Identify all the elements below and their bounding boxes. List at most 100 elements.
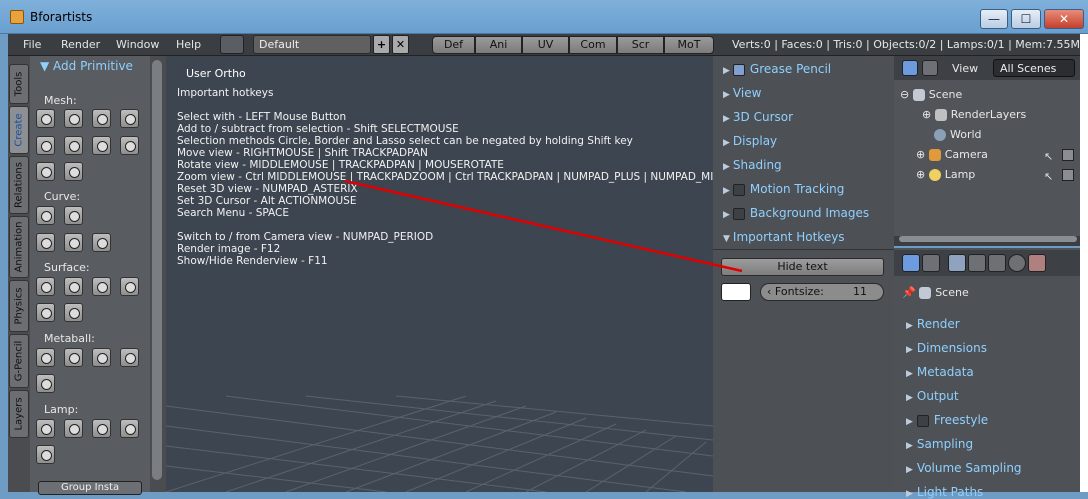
grease-pencil-checkbox[interactable] <box>732 63 745 76</box>
tab-tools[interactable]: Tools <box>9 64 29 104</box>
panel-volume-sampling[interactable]: ▶ Volume Sampling <box>906 461 1022 475</box>
cone-tool-icon[interactable] <box>92 136 111 155</box>
camera-render-icon[interactable] <box>1062 149 1074 161</box>
outliner-row-lamp[interactable]: ⊕ Lamp <box>916 168 975 181</box>
panel-display[interactable]: ▶ Display <box>723 134 777 148</box>
lamp-select-icon[interactable]: ↖ <box>1044 170 1053 183</box>
panel-dimensions[interactable]: ▶ Dimensions <box>906 341 987 355</box>
cube-tool-icon[interactable] <box>64 109 83 128</box>
freestyle-checkbox[interactable] <box>916 414 929 427</box>
sun-lamp-tool-icon[interactable] <box>64 419 83 438</box>
meta-capsule-tool-icon[interactable] <box>64 348 83 367</box>
screen-layout-field[interactable]: Default <box>253 35 371 54</box>
panel-background-images[interactable]: ▶ Background Images <box>723 206 869 220</box>
surface-cylinder-tool-icon[interactable] <box>120 277 139 296</box>
plane-tool-icon[interactable] <box>36 109 55 128</box>
tab-relations[interactable]: Relations <box>9 156 29 214</box>
fontsize-field[interactable]: ‹ Fontsize: 11 <box>760 283 884 301</box>
renderlayers-tab-icon[interactable] <box>968 254 986 272</box>
object-tab-icon[interactable] <box>988 254 1006 272</box>
text-color-swatch[interactable] <box>721 283 751 301</box>
surface-torus-tool-icon[interactable] <box>64 303 83 322</box>
panel-view[interactable]: ▶ View <box>723 86 761 100</box>
panel-3d-cursor[interactable]: ▶ 3D Cursor <box>723 110 793 124</box>
add-layout-button[interactable]: + <box>373 35 390 54</box>
meta-cube-tool-icon[interactable] <box>36 374 55 393</box>
panel-output[interactable]: ▶ Output <box>906 389 959 403</box>
nurbs-circle-tool-icon[interactable] <box>64 233 83 252</box>
tab-uv[interactable]: UV <box>522 36 569 54</box>
camera-select-icon[interactable]: ↖ <box>1044 150 1053 163</box>
outliner-row-renderlayers[interactable]: ⊕ RenderLayers <box>922 108 1026 121</box>
tab-com[interactable]: Com <box>569 36 617 54</box>
remove-layout-button[interactable]: ✕ <box>392 35 409 54</box>
point-lamp-tool-icon[interactable] <box>36 419 55 438</box>
lamp-render-icon[interactable] <box>1062 169 1074 181</box>
menu-file[interactable]: File <box>23 38 41 51</box>
menu-window[interactable]: Window <box>116 38 159 51</box>
world-tab-icon[interactable] <box>1008 254 1026 272</box>
minimize-button[interactable]: — <box>980 9 1008 29</box>
tab-layers[interactable]: Layers <box>9 390 29 438</box>
view-menu[interactable]: View <box>952 62 978 75</box>
spot-lamp-tool-icon[interactable] <box>92 419 111 438</box>
surface-patch-tool-icon[interactable] <box>92 277 111 296</box>
toolshelf-scroll-thumb[interactable] <box>152 60 162 480</box>
tab-def[interactable]: Def <box>432 36 475 54</box>
panel-render[interactable]: ▶ Render <box>906 317 960 331</box>
group-instance-button[interactable]: Group Insta <box>38 481 142 495</box>
panel-freestyle[interactable]: ▶ Freestyle <box>906 413 988 427</box>
editor-type-icon[interactable] <box>902 60 918 76</box>
tab-animation[interactable]: Animation <box>9 216 29 278</box>
3d-viewport[interactable]: User Ortho Important hotkeys Select with… <box>166 56 713 492</box>
texture-tab-icon[interactable] <box>1028 254 1046 272</box>
editor-type-icon[interactable] <box>902 254 920 272</box>
outliner-hscrollbar[interactable] <box>899 236 1077 242</box>
menu-help[interactable]: Help <box>176 38 201 51</box>
surface-sphere-tool-icon[interactable] <box>36 303 55 322</box>
meta-plane-tool-icon[interactable] <box>92 348 111 367</box>
motion-tracking-checkbox[interactable] <box>732 183 745 196</box>
hemi-lamp-tool-icon[interactable] <box>120 419 139 438</box>
area-lamp-tool-icon[interactable] <box>36 445 55 464</box>
panel-shading[interactable]: ▶ Shading <box>723 158 782 172</box>
torus-tool-icon[interactable] <box>120 136 139 155</box>
close-button[interactable]: ✕ <box>1044 9 1084 29</box>
monkey-tool-icon[interactable] <box>64 162 83 181</box>
tab-create[interactable]: Create <box>9 106 29 154</box>
tab-physics[interactable]: Physics <box>9 280 29 332</box>
bezier-circle-tool-icon[interactable] <box>64 206 83 225</box>
ico-sphere-tool-icon[interactable] <box>36 136 55 155</box>
scene-tab-icon[interactable] <box>948 254 966 272</box>
outliner-row-scene[interactable]: ⊖ Scene <box>900 88 962 101</box>
render-tab-icon[interactable] <box>922 254 940 272</box>
bezier-tool-icon[interactable] <box>36 206 55 225</box>
meta-ellipsoid-tool-icon[interactable] <box>120 348 139 367</box>
panel-light-paths[interactable]: ▶ Light Paths <box>906 485 983 499</box>
maximize-button[interactable]: ☐ <box>1011 9 1041 29</box>
tab-gpencil[interactable]: G-Pencil <box>9 334 29 388</box>
grid-tool-icon[interactable] <box>36 162 55 181</box>
panel-metadata[interactable]: ▶ Metadata <box>906 365 974 379</box>
background-images-checkbox[interactable] <box>732 207 745 220</box>
display-mode-icon[interactable] <box>922 60 938 76</box>
panel-motion-tracking[interactable]: ▶ Motion Tracking <box>723 182 844 196</box>
panel-important-hotkeys[interactable]: ▼ Important Hotkeys <box>723 230 845 244</box>
tab-mot[interactable]: MoT <box>664 36 714 54</box>
outliner-row-world[interactable]: World <box>934 128 982 141</box>
nurbs-curve-tool-icon[interactable] <box>36 233 55 252</box>
panel-grease-pencil[interactable]: ▶ Grease Pencil <box>723 62 831 76</box>
hide-text-button[interactable]: Hide text <box>721 258 884 276</box>
tab-ani[interactable]: Ani <box>475 36 522 54</box>
circle-tool-icon[interactable] <box>92 109 111 128</box>
surface-curve-tool-icon[interactable] <box>36 277 55 296</box>
scenes-dropdown[interactable]: All Scenes <box>993 59 1075 77</box>
surface-circle-tool-icon[interactable] <box>64 277 83 296</box>
tab-scr[interactable]: Scr <box>617 36 664 54</box>
menu-render[interactable]: Render <box>61 38 100 51</box>
outliner-row-camera[interactable]: ⊕ Camera <box>916 148 988 161</box>
screen-layout-icon[interactable] <box>220 35 244 54</box>
panel-sampling[interactable]: ▶ Sampling <box>906 437 973 451</box>
meta-ball-tool-icon[interactable] <box>36 348 55 367</box>
uv-sphere-tool-icon[interactable] <box>120 109 139 128</box>
